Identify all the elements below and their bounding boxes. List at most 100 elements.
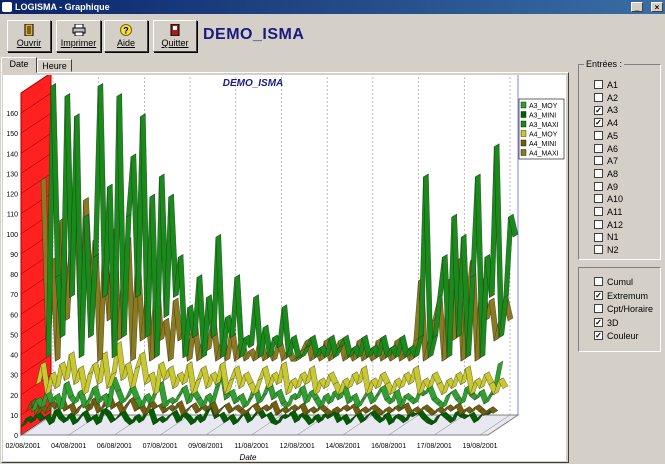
checkbox-label: A8 <box>607 168 619 179</box>
checkbox-icon[interactable] <box>594 143 603 153</box>
legend-swatch <box>520 111 527 118</box>
entry-checkbox-n2[interactable]: N2 <box>594 245 619 256</box>
y-tick-label: 30 <box>10 373 18 380</box>
checkbox-icon[interactable] <box>594 169 603 179</box>
checkbox-icon[interactable] <box>594 219 603 229</box>
entry-checkbox-a2[interactable]: A2 <box>594 93 618 104</box>
entry-checkbox-a6[interactable]: A6 <box>594 144 618 155</box>
legend-label: A3_MAXI <box>529 122 559 129</box>
option-checkbox-extremum[interactable]: ✓ Extremum <box>594 291 648 302</box>
checkbox-icon[interactable] <box>594 92 603 102</box>
close-button[interactable]: × <box>651 2 663 12</box>
checkbox-icon[interactable] <box>594 80 603 90</box>
entry-checkbox-a3[interactable]: ✓ A3 <box>594 105 618 116</box>
checkbox-label: A5 <box>607 130 619 141</box>
tab-date[interactable]: Date <box>1 57 37 73</box>
svg-text:?: ? <box>123 26 129 36</box>
legend-label: A3_MINI <box>529 113 556 120</box>
checkbox-icon[interactable] <box>594 156 603 166</box>
checkbox-label: Extremum <box>607 290 649 301</box>
entry-checkbox-a1[interactable]: A1 <box>594 80 618 91</box>
checkbox-label: A9 <box>607 181 619 192</box>
entry-checkbox-a11[interactable]: A11 <box>594 207 622 218</box>
legend-swatch <box>520 149 527 156</box>
x-tick-label: 11/08/2001 <box>234 443 269 450</box>
legend-label: A4_MOY <box>529 132 558 139</box>
entry-checkbox-a4[interactable]: ✓ A4 <box>594 118 618 129</box>
checkbox-icon[interactable]: ✓ <box>594 105 603 115</box>
entry-checkbox-a5[interactable]: A5 <box>594 131 618 142</box>
option-checkbox-couleur[interactable]: ✓ Couleur <box>594 331 639 342</box>
checkbox-icon[interactable]: ✓ <box>594 331 603 341</box>
checkbox-icon[interactable]: ✓ <box>594 290 603 300</box>
checkbox-icon[interactable] <box>594 304 603 314</box>
entries-title: Entrées : <box>584 59 625 69</box>
checkbox-label: A6 <box>607 143 619 154</box>
checkbox-label: A7 <box>607 156 619 167</box>
option-checkbox-cpt-horaire[interactable]: Cpt/Horaire <box>594 304 653 315</box>
open-door-icon <box>24 24 34 36</box>
checkbox-icon[interactable]: ✓ <box>594 118 603 128</box>
y-tick-label: 50 <box>10 332 18 339</box>
page-title: DEMO_ISMA <box>203 26 305 43</box>
print-button[interactable]: Imprimer <box>56 20 101 52</box>
y-tick-label: 160 <box>6 111 18 118</box>
y-tick-label: 10 <box>10 413 18 420</box>
minimize-button[interactable]: _ <box>631 2 643 12</box>
tab-heure[interactable]: Heure <box>37 59 72 72</box>
option-checkbox-3d[interactable]: ✓ 3D <box>594 318 619 329</box>
checkbox-label: A3 <box>607 105 619 116</box>
open-button-label: Ouvrir <box>16 38 42 48</box>
y-tick-label: 100 <box>6 232 18 239</box>
option-checkbox-cumul[interactable]: Cumul <box>594 277 633 288</box>
legend-swatch <box>520 130 527 137</box>
checkbox-icon[interactable] <box>594 130 603 140</box>
legend-swatch <box>520 139 527 147</box>
checkbox-icon[interactable] <box>594 232 603 242</box>
entry-checkbox-a10[interactable]: A10 <box>594 194 623 205</box>
legend-swatch <box>520 120 527 128</box>
y-tick-label: 0 <box>14 433 18 440</box>
entry-checkbox-a12[interactable]: A12 <box>594 220 623 231</box>
checkbox-label: A4 <box>607 118 619 129</box>
x-tick-label: 19/08/2001 <box>462 443 497 450</box>
x-tick-label: 06/08/2001 <box>97 443 132 450</box>
y-tick-label: 20 <box>10 393 18 400</box>
checkbox-icon[interactable] <box>594 245 603 255</box>
options-group: Cumul ✓ Extremum Cpt/Horaire ✓ 3D ✓ Couleur <box>578 267 661 352</box>
y-tick-label: 120 <box>6 192 18 199</box>
y-tick-label: 40 <box>10 353 18 360</box>
entry-checkbox-n1[interactable]: N1 <box>594 232 619 243</box>
checkbox-label: Cumul <box>607 277 634 287</box>
y-tick-label: 150 <box>6 131 18 138</box>
quit-button-label: Quitter <box>161 38 189 48</box>
x-tick-label: 09/08/2001 <box>188 443 223 450</box>
open-button[interactable]: Ouvrir <box>7 20 51 52</box>
help-icon: ? <box>120 24 132 36</box>
x-tick-label: 12/08/2001 <box>280 443 315 450</box>
chart-area: 0 10 20 30 40 50 60 70 80 90 100 110 120 130 140 150 160… <box>3 72 566 462</box>
print-button-label: Imprimer <box>60 38 97 48</box>
x-tick-label: 14/08/2001 <box>325 443 360 450</box>
checkbox-label: N2 <box>607 245 619 256</box>
checkbox-icon[interactable] <box>594 207 603 217</box>
x-tick-label: 02/08/2001 <box>5 443 40 450</box>
entry-checkbox-a7[interactable]: A7 <box>594 156 618 167</box>
y-tick-label: 110 <box>7 212 18 219</box>
entry-checkbox-a9[interactable]: A9 <box>594 182 618 193</box>
checkbox-icon[interactable]: ✓ <box>594 317 603 327</box>
checkbox-icon[interactable] <box>594 194 603 204</box>
y-tick-label: 70 <box>10 292 18 299</box>
x-tick-label: 07/08/2001 <box>143 443 178 450</box>
help-button[interactable]: ? Aide <box>104 20 148 52</box>
chart-svg: 0 10 20 30 40 50 60 70 80 90 100 110 120 130 140 150 160… <box>5 72 565 462</box>
entry-checkbox-a8[interactable]: A8 <box>594 169 618 180</box>
x-tick-label: 16/08/2001 <box>371 443 406 450</box>
checkbox-icon[interactable] <box>594 277 603 287</box>
y-tick-label: 90 <box>10 252 18 259</box>
checkbox-icon[interactable] <box>594 181 603 191</box>
checkbox-label: A10 <box>607 194 624 205</box>
legend-label: A4_MAXI <box>529 151 559 158</box>
quit-button[interactable]: Quitter <box>153 20 197 52</box>
y-tick-label: 80 <box>10 272 18 279</box>
